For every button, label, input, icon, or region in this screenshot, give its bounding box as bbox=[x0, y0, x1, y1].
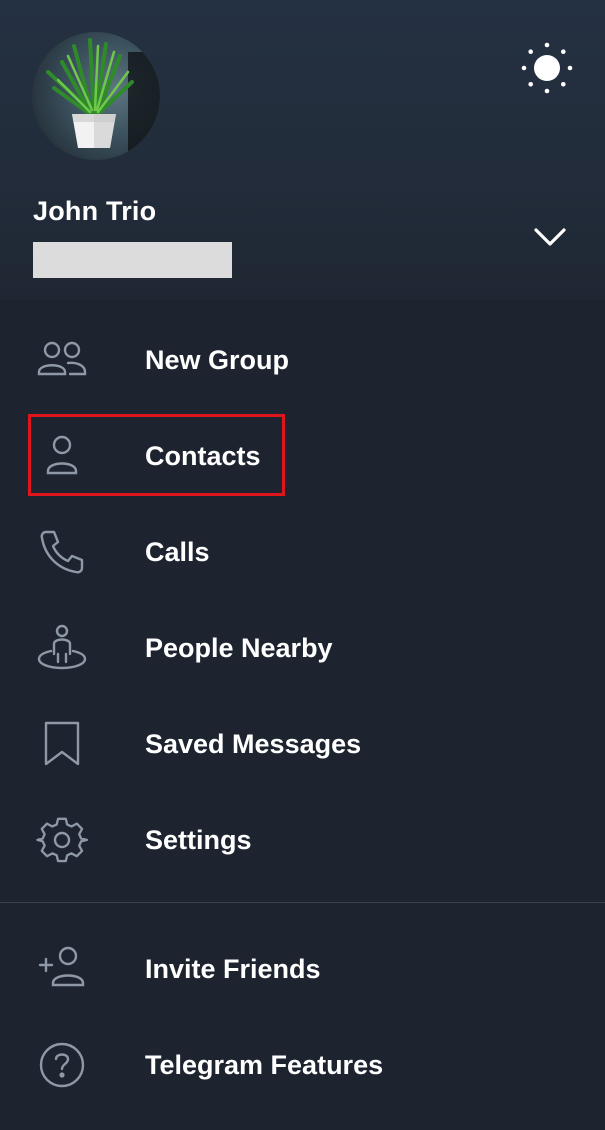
navigation-drawer: John Trio New Group Contacts Calls Peopl… bbox=[0, 0, 605, 1130]
menu-item-contacts[interactable]: Contacts bbox=[0, 408, 605, 504]
menu-item-label: New Group bbox=[145, 345, 290, 375]
menu-item-label: Telegram Features bbox=[145, 1050, 384, 1080]
menu-item-label: Settings bbox=[145, 825, 252, 855]
question-icon bbox=[36, 1039, 88, 1091]
group-icon bbox=[36, 334, 88, 386]
drawer-header: John Trio bbox=[0, 0, 605, 300]
user-name: John Trio bbox=[33, 196, 157, 226]
menu-divider bbox=[0, 902, 605, 903]
menu-item-invite-friends[interactable]: Invite Friends bbox=[0, 921, 605, 1017]
menu-item-label: Saved Messages bbox=[145, 729, 362, 759]
avatar-plant-image bbox=[46, 38, 160, 160]
menu-item-label: Contacts bbox=[145, 441, 261, 471]
menu-item-people-nearby[interactable]: People Nearby bbox=[0, 600, 605, 696]
theme-toggle-sun-icon[interactable] bbox=[520, 41, 574, 95]
menu-item-label: Calls bbox=[145, 537, 210, 567]
menu-item-new-group[interactable]: New Group bbox=[0, 312, 605, 408]
menu-item-label: People Nearby bbox=[145, 633, 333, 663]
menu-item-saved-messages[interactable]: Saved Messages bbox=[0, 696, 605, 792]
person-icon bbox=[36, 430, 88, 482]
menu-item-settings[interactable]: Settings bbox=[0, 792, 605, 888]
phone-number-redacted bbox=[33, 242, 232, 278]
phone-icon bbox=[36, 526, 88, 578]
menu-item-calls[interactable]: Calls bbox=[0, 504, 605, 600]
gear-icon bbox=[36, 814, 89, 866]
add-person-icon bbox=[36, 943, 88, 995]
people-nearby-icon bbox=[36, 622, 88, 674]
chevron-down-icon[interactable] bbox=[528, 220, 572, 254]
menu-item-label: Invite Friends bbox=[145, 954, 321, 984]
avatar[interactable] bbox=[32, 32, 160, 160]
menu-item-telegram-features[interactable]: Telegram Features bbox=[0, 1017, 605, 1113]
bookmark-icon bbox=[36, 718, 88, 770]
